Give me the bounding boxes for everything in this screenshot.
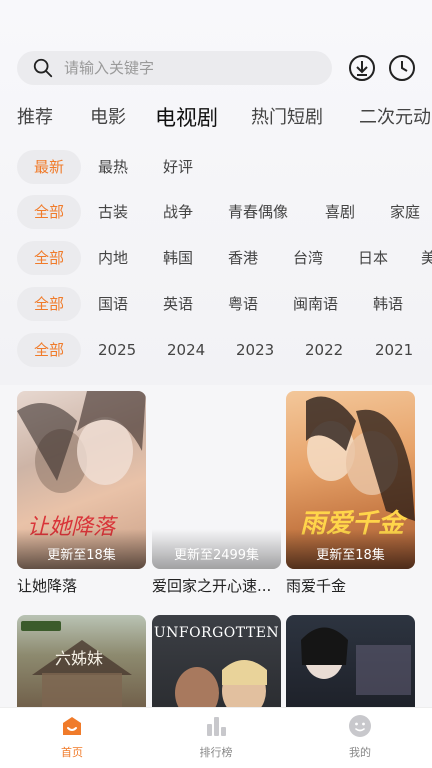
poster-art [301, 627, 411, 695]
drama-card[interactable]: 更新至2499集 爱回家之开心速... [152, 391, 281, 596]
nav-home[interactable]: 首页 [22, 714, 122, 760]
filter-chip[interactable]: 喜剧 [325, 195, 355, 229]
filter-chip[interactable]: 韩国 [163, 241, 193, 275]
card-title: 雨爱千金 [286, 577, 347, 595]
tab-anime[interactable]: 二次元动 [359, 100, 431, 136]
nav-profile[interactable]: 我的 [310, 714, 410, 760]
card-title: 爱回家之开心速... [152, 577, 272, 595]
filter-chip[interactable]: 最热 [98, 150, 128, 184]
drama-card[interactable] [286, 615, 415, 715]
bar-chart-icon [207, 717, 226, 736]
filter-chip[interactable]: 2025 [98, 333, 136, 367]
filter-chip[interactable]: 英语 [163, 287, 193, 321]
filter-row-year: 全部 2025 2024 2023 2022 2021 [0, 333, 432, 367]
filter-chip[interactable]: 2023 [236, 333, 274, 367]
search-icon [33, 58, 53, 78]
episode-status: 更新至18集 [47, 548, 116, 563]
filter-chip[interactable]: 全部 [17, 241, 81, 275]
poster-image [286, 615, 415, 715]
tab-hot-short[interactable]: 热门短剧 [251, 100, 323, 136]
poster-image: 六姊妹 [17, 615, 146, 715]
filter-chip[interactable]: 全部 [17, 333, 81, 367]
drama-card[interactable]: UNFORGOTTEN [152, 615, 281, 715]
filter-chip[interactable]: 闽南语 [293, 287, 338, 321]
search-bar[interactable] [17, 51, 332, 85]
filter-chip[interactable]: 2021 [375, 333, 413, 367]
poster-image: 更新至2499集 [152, 391, 281, 569]
filter-chip[interactable]: 最新 [17, 150, 81, 184]
filter-chip[interactable]: 粤语 [228, 287, 258, 321]
filter-chip[interactable]: 内地 [98, 241, 128, 275]
bottom-nav: 首页 排行榜 我的 [0, 707, 432, 768]
poster-image: 让她降落 更新至18集 [17, 391, 146, 569]
poster-title: UNFORGOTTEN [153, 625, 280, 641]
nav-ranking[interactable]: 排行榜 [166, 714, 266, 760]
filter-row-region: 全部 内地 韩国 香港 台湾 日本 美 [0, 241, 432, 275]
filter-row-sort: 最新 最热 好评 [0, 150, 432, 184]
poster-image: 雨爱千金 更新至18集 [286, 391, 415, 569]
episode-status: 更新至18集 [316, 548, 385, 563]
filter-chip[interactable]: 青春偶像 [228, 195, 288, 229]
filter-chip[interactable]: 美 [421, 241, 432, 275]
filter-chip[interactable]: 2022 [305, 333, 343, 367]
filter-chip[interactable]: 好评 [163, 150, 193, 184]
category-tabs: 推荐 电影 电视剧 热门短剧 二次元动 [0, 100, 432, 136]
drama-card[interactable]: 让她降落 更新至18集 让她降落 [17, 391, 146, 596]
filter-chip[interactable]: 日本 [358, 241, 388, 275]
filter-chip[interactable]: 2024 [167, 333, 205, 367]
filter-chip[interactable]: 古装 [98, 195, 128, 229]
drama-card[interactable]: 雨爱千金 更新至18集 雨爱千金 [286, 391, 415, 596]
nav-label: 排行榜 [199, 746, 233, 759]
poster-image: UNFORGOTTEN [152, 615, 281, 715]
tab-movie[interactable]: 电影 [90, 100, 126, 136]
history-icon[interactable] [388, 54, 416, 82]
filter-chip[interactable]: 韩语 [373, 287, 403, 321]
nav-label: 我的 [349, 746, 371, 759]
nav-label: 首页 [61, 746, 83, 759]
tab-recommend[interactable]: 推荐 [17, 100, 53, 136]
search-input[interactable] [62, 58, 306, 78]
filter-row-language: 全部 国语 英语 粤语 闽南语 韩语 [0, 287, 432, 321]
filter-chip[interactable]: 战争 [163, 195, 193, 229]
filter-chip[interactable]: 家庭 [390, 195, 420, 229]
drama-card[interactable]: 六姊妹 [17, 615, 146, 715]
home-icon [63, 717, 81, 735]
filter-chip[interactable]: 台湾 [293, 241, 323, 275]
filter-chip[interactable]: 国语 [98, 287, 128, 321]
poster-title: 六姊妹 [55, 649, 104, 668]
episode-status: 更新至2499集 [173, 548, 260, 563]
download-icon[interactable] [348, 54, 376, 82]
filter-chip[interactable]: 全部 [17, 195, 81, 229]
card-title: 让她降落 [17, 577, 78, 595]
filter-chip[interactable]: 全部 [17, 287, 81, 321]
filter-chip[interactable]: 香港 [228, 241, 258, 275]
filter-row-genre: 全部 古装 战争 青春偶像 喜剧 家庭 [0, 195, 432, 229]
profile-icon [349, 715, 371, 737]
tab-tv-series[interactable]: 电视剧 [155, 100, 218, 136]
